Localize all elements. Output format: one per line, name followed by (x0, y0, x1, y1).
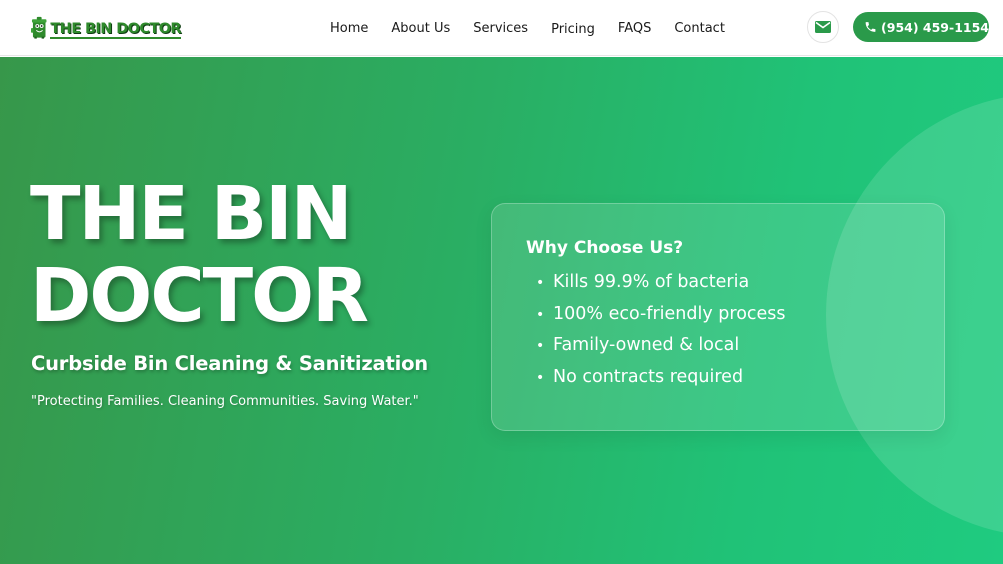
bullet: • (536, 369, 545, 386)
hero-tagline: "Protecting Families. Cleaning Communiti… (31, 394, 419, 409)
nav-services[interactable]: Services (473, 21, 528, 36)
benefit-item: • 100% eco-friendly process (536, 299, 786, 331)
benefit-item: • Kills 99.9% of bacteria (536, 267, 786, 299)
nav-about-us[interactable]: About Us (391, 21, 450, 36)
benefit-item: • Family-owned & local (536, 330, 786, 362)
nav-pricing[interactable]: Pricing (551, 22, 595, 37)
bullet: • (536, 306, 545, 323)
benefit-item: • No contracts required (536, 362, 786, 394)
why-choose-us-card: Why Choose Us? • Kills 99.9% of bacteria … (491, 203, 945, 431)
logo[interactable]: THE BIN DOCTOR (31, 3, 182, 51)
phone-number: (954) 459-1154 (881, 19, 989, 35)
hero-subtitle: Curbside Bin Cleaning & Sanitization (31, 352, 428, 375)
main-nav: Home About Us Services Pricing FAQS Cont… (330, 0, 725, 56)
phone-button[interactable]: (954) 459-1154 (853, 12, 989, 42)
hero-title-line-1: THE BIN (30, 171, 353, 257)
nav-home[interactable]: Home (330, 21, 368, 36)
benefits-list: • Kills 99.9% of bacteria • 100% eco-frien… (536, 267, 786, 393)
hero-title-line-2: DOCTOR (30, 253, 369, 339)
bullet: • (536, 338, 545, 354)
logo-text: THE BIN DOCTOR (50, 21, 182, 39)
mail-icon (815, 21, 831, 33)
email-button[interactable] (807, 11, 839, 43)
why-choose-us-title: Why Choose Us? (526, 238, 684, 258)
hero-section: THE BIN DOCTOR Curbside Bin Cleaning & S… (0, 57, 1003, 564)
bullet: • (536, 275, 545, 291)
nav-contact[interactable]: Contact (674, 21, 725, 36)
phone-icon (865, 22, 876, 32)
trash-bin-mascot-icon (31, 16, 47, 39)
hero-title: THE BIN DOCTOR (30, 171, 369, 339)
nav-faqs[interactable]: FAQS (618, 21, 651, 36)
site-header: THE BIN DOCTOR Home About Us Services Pr… (0, 0, 1003, 56)
